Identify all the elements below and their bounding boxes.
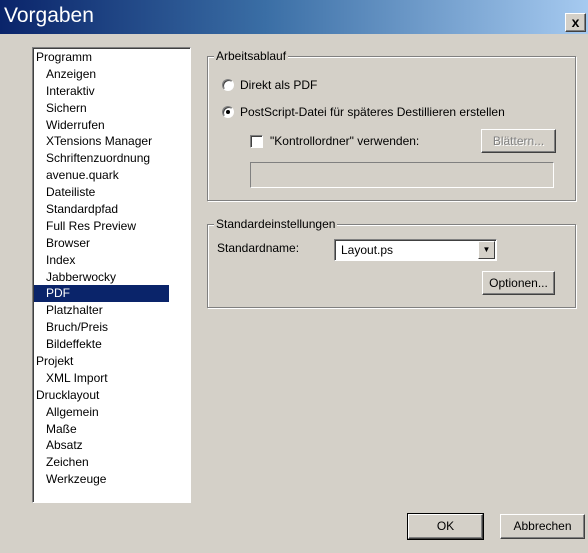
list-item[interactable]: Anzeigen <box>34 66 169 83</box>
cancel-button[interactable]: Abbrechen <box>500 514 585 539</box>
ok-label: OK <box>436 519 455 533</box>
default-name-dropdown[interactable]: Layout.ps ▼ <box>334 239 497 261</box>
options-button[interactable]: Optionen... <box>482 271 555 295</box>
list-item[interactable]: Projekt <box>34 353 169 370</box>
postscript-label[interactable]: PostScript-Datei für späteres Destillier… <box>240 105 505 119</box>
list-item[interactable]: XML Import <box>34 370 169 387</box>
close-button[interactable]: x <box>565 13 586 32</box>
close-icon: x <box>571 14 580 30</box>
list-item[interactable]: Programm <box>34 49 169 66</box>
direct-pdf-radio[interactable] <box>222 79 234 91</box>
list-item[interactable]: Absatz <box>34 437 169 454</box>
cancel-label: Abbrechen <box>513 519 572 533</box>
list-item[interactable]: Maße <box>34 421 169 438</box>
list-item[interactable]: Allgemein <box>34 404 169 421</box>
list-item[interactable]: Index <box>34 252 169 269</box>
watch-folder-path-field[interactable] <box>250 162 554 188</box>
list-item[interactable]: Standardpfad <box>34 201 169 218</box>
chevron-down-icon: ▼ <box>482 245 491 254</box>
list-item[interactable]: Drucklayout <box>34 387 169 404</box>
default-name-label: Standardname: <box>217 241 300 255</box>
list-item[interactable]: Bruch/Preis <box>34 319 169 336</box>
list-item[interactable]: Dateiliste <box>34 184 169 201</box>
options-label: Optionen... <box>489 276 548 290</box>
list-item[interactable]: Full Res Preview <box>34 218 169 235</box>
window-title: Vorgaben <box>4 4 94 27</box>
list-item[interactable]: Platzhalter <box>34 302 169 319</box>
defaults-legend: Standardeinstellungen <box>214 217 338 231</box>
list-item[interactable]: Browser <box>34 235 169 252</box>
list-item[interactable]: avenue.quark <box>34 167 169 184</box>
workflow-legend: Arbeitsablauf <box>214 49 289 63</box>
list-item[interactable]: Jabberwocky <box>34 269 169 286</box>
watch-folder-checkbox[interactable] <box>250 135 263 148</box>
defaults-group: Standardeinstellungen <box>207 217 576 308</box>
direct-pdf-label[interactable]: Direkt als PDF <box>240 78 317 92</box>
list-item[interactable]: Schriftenzuordnung <box>34 150 169 167</box>
ok-button[interactable]: OK <box>407 513 484 540</box>
list-item[interactable]: Werkzeuge <box>34 471 169 488</box>
browse-button[interactable]: Blättern... <box>481 129 556 153</box>
list-item[interactable]: Zeichen <box>34 454 169 471</box>
preferences-category-list[interactable]: Programm Anzeigen Interaktiv Sichern Widerru… <box>32 47 191 503</box>
postscript-radio[interactable] <box>222 106 234 118</box>
list-item[interactable]: Widerrufen <box>34 117 169 134</box>
category-items: Programm Anzeigen Interaktiv Sichern Widerru… <box>34 49 169 488</box>
list-item[interactable]: Sichern <box>34 100 169 117</box>
title-bar: Vorgaben x <box>0 0 588 34</box>
watch-folder-label[interactable]: "Kontrollordner" verwenden: <box>270 134 419 148</box>
list-item[interactable]: PDF <box>34 285 169 303</box>
list-item[interactable]: XTensions Manager <box>34 133 169 150</box>
dropdown-button[interactable]: ▼ <box>478 241 495 259</box>
default-name-value: Layout.ps <box>341 243 394 257</box>
list-item[interactable]: Bildeffekte <box>34 336 169 353</box>
list-item[interactable]: Interaktiv <box>34 83 169 100</box>
browse-label: Blättern... <box>492 134 545 148</box>
